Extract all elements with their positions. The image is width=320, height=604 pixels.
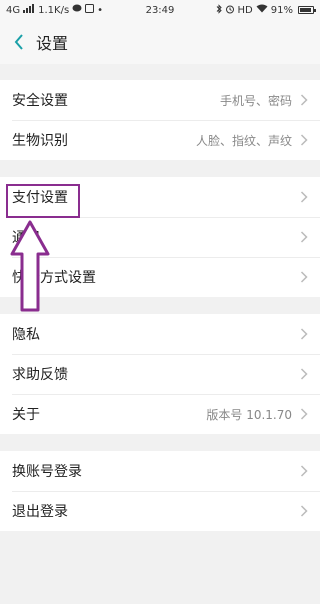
settings-item-label: 快捷方式设置 (12, 270, 96, 286)
settings-item-value: 版本号 10.1.70 (206, 407, 292, 422)
chevron-right-icon (300, 134, 308, 146)
settings-group: 安全设置 手机号、密码生物识别 人脸、指纹、声纹 (0, 80, 320, 160)
alarm-icon (225, 4, 235, 17)
wifi-icon (256, 4, 268, 16)
settings-item-label: 求助反馈 (12, 367, 68, 383)
battery-icon (298, 6, 316, 14)
settings-item-label: 生物识别 (12, 133, 68, 149)
chevron-right-icon (300, 328, 308, 340)
battery-percent: 91% (270, 4, 293, 16)
settings-item-value: 手机号、密码 (219, 93, 292, 108)
settings-group: 隐私求助反馈关于 版本号 10.1.70 (0, 314, 320, 434)
settings-item-label: 退出登录 (12, 504, 68, 520)
more-dot-icon: • (97, 4, 104, 16)
title-bar: 设置 (0, 20, 320, 64)
chevron-right-icon (300, 505, 308, 517)
settings-group: 支付设置通用快捷方式设置 (0, 177, 320, 297)
settings-item-shortcuts[interactable]: 快捷方式设置 (0, 257, 320, 297)
settings-item-label: 关于 (12, 407, 40, 423)
network-indicator: 4G (6, 4, 21, 16)
bluetooth-icon (216, 3, 222, 17)
settings-item-privacy[interactable]: 隐私 (0, 314, 320, 354)
chevron-left-icon[interactable] (10, 32, 28, 52)
settings-item-value: 人脸、指纹、声纹 (195, 133, 292, 148)
settings-item-label: 安全设置 (12, 93, 68, 109)
settings-group: 换账号登录 退出登录 (0, 451, 320, 531)
settings-item-logout[interactable]: 退出登录 (0, 491, 320, 531)
settings-item-label: 换账号登录 (12, 464, 82, 480)
message-icon (72, 4, 82, 16)
settings-item-security[interactable]: 安全设置 手机号、密码 (0, 80, 320, 120)
chevron-right-icon (300, 465, 308, 477)
hd-indicator: HD (237, 4, 253, 16)
settings-item-label: 通用 (12, 230, 40, 246)
network-speed: 1.1K/s (38, 4, 70, 16)
signal-icon (23, 4, 35, 16)
chevron-right-icon (300, 191, 308, 203)
status-bar: 4G 1.1K/s • 23:49 HD 91% (0, 0, 320, 20)
chevron-right-icon (300, 368, 308, 380)
settings-item-about[interactable]: 关于 版本号 10.1.70 (0, 394, 320, 434)
settings-list: 安全设置 手机号、密码生物识别 人脸、指纹、声纹支付设置通用快捷方式设置 隐私求助反馈… (0, 80, 320, 531)
notification-icon (85, 4, 95, 16)
settings-item-feedback[interactable]: 求助反馈 (0, 354, 320, 394)
settings-item-switch-account[interactable]: 换账号登录 (0, 451, 320, 491)
settings-item-biometric[interactable]: 生物识别 人脸、指纹、声纹 (0, 120, 320, 160)
chevron-right-icon (300, 231, 308, 243)
page-title: 设置 (36, 34, 69, 53)
settings-item-label: 隐私 (12, 327, 40, 343)
settings-item-general[interactable]: 通用 (0, 217, 320, 257)
bottom-spacer (0, 545, 320, 604)
chevron-right-icon (300, 271, 308, 283)
settings-item-label: 支付设置 (12, 190, 68, 206)
settings-item-payment[interactable]: 支付设置 (0, 177, 320, 217)
chevron-right-icon (300, 408, 308, 420)
chevron-right-icon (300, 94, 308, 106)
